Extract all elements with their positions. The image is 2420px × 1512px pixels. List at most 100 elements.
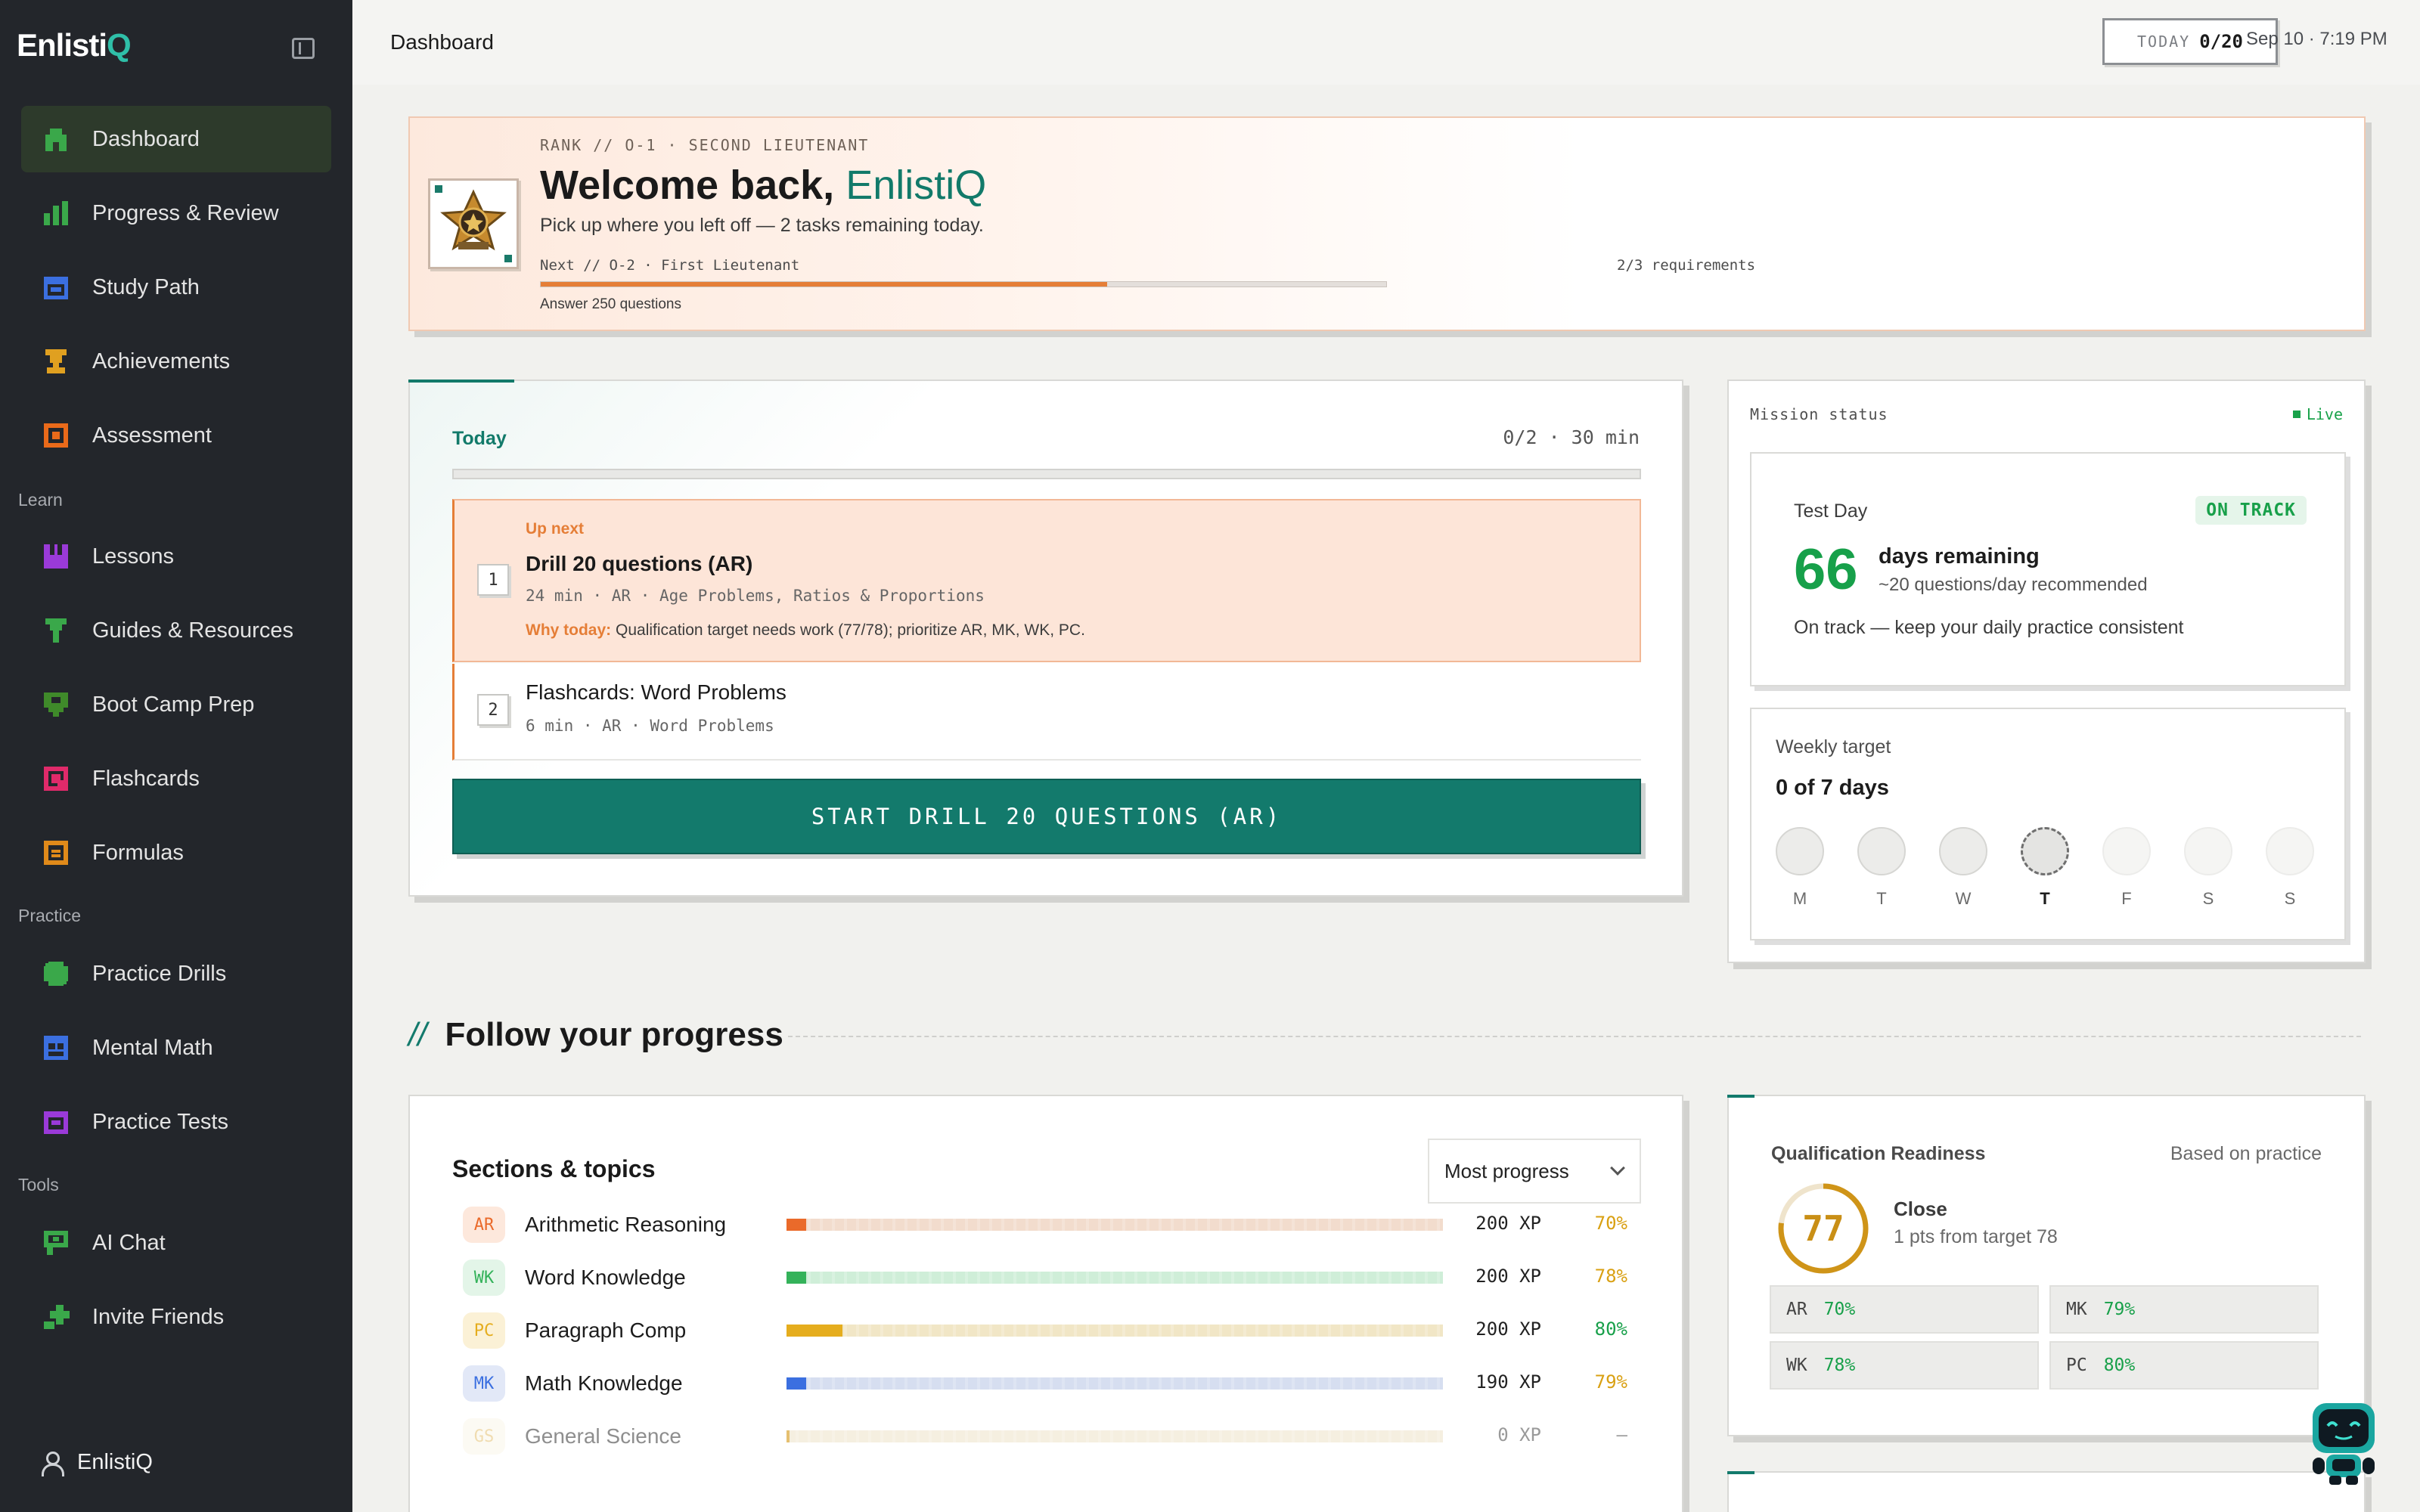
app-logo[interactable]: EnlistiQ <box>17 27 132 64</box>
weekly-target-panel: Weekly target 0 of 7 days M T W T F S S <box>1750 708 2346 940</box>
user-profile[interactable]: EnlistiQ <box>41 1450 153 1476</box>
rank-progress-fill <box>541 282 1108 287</box>
invite-icon <box>42 1303 70 1331</box>
welcome-card: RANK // O-1 · SECOND LIEUTENANT Welcome … <box>408 116 2366 331</box>
topic-row[interactable]: PC Paragraph Comp 200 XP 80% <box>463 1309 1643 1352</box>
start-drill-button[interactable]: START DRILL 20 QUESTIONS (AR) <box>452 779 1641 854</box>
score-value: 70% <box>1823 1300 1856 1319</box>
day-circle <box>1776 827 1824 875</box>
lower-card <box>1727 1471 2366 1512</box>
sidebar-item-invite-friends[interactable]: Invite Friends <box>21 1284 331 1350</box>
sidebar-item-practice-drills[interactable]: Practice Drills <box>21 940 331 1007</box>
topic-progress-fill <box>786 1430 790 1442</box>
user-icon <box>41 1451 64 1476</box>
sort-dropdown[interactable]: Most progress <box>1428 1139 1641 1204</box>
topic-percent: — <box>1616 1424 1627 1445</box>
topic-name: Math Knowledge <box>525 1371 683 1395</box>
weekly-target-value: 0 of 7 days <box>1776 776 1889 800</box>
sort-value: Most progress <box>1444 1159 1569 1182</box>
weekday-thursday: T <box>2021 827 2069 909</box>
mission-status-card: Mission status Live Test Day ON TRACK 66… <box>1727 380 2366 963</box>
calendar-icon <box>42 274 70 301</box>
task-title: Flashcards: Word Problems <box>526 680 786 704</box>
task-meta: 24 min · AR · Age Problems, Ratios & Pro… <box>526 587 985 605</box>
sidebar-item-dashboard[interactable]: Dashboard <box>21 106 331 172</box>
sidebar-item-flashcards[interactable]: Flashcards <box>21 745 331 812</box>
topic-progress-bar <box>786 1325 1443 1337</box>
sidebar-item-achievements[interactable]: Achievements <box>21 328 331 395</box>
user-name: EnlistiQ <box>77 1450 153 1474</box>
today-chip-label: TODAY <box>2136 33 2191 51</box>
weekday-monday: M <box>1776 827 1824 909</box>
topic-progress-fill <box>786 1325 842 1337</box>
score-value: 80% <box>2103 1356 2136 1375</box>
topic-xp: 200 XP <box>1475 1318 1541 1340</box>
sidebar-item-boot-camp-prep[interactable]: Boot Camp Prep <box>21 671 331 738</box>
dashboard-icon <box>42 125 70 153</box>
sidebar-item-label: AI Chat <box>92 1230 166 1255</box>
sidebar-item-ai-chat[interactable]: AI Chat <box>21 1210 331 1276</box>
live-indicator: Live <box>2292 405 2343 423</box>
welcome-title-prefix: Welcome back, <box>540 163 846 208</box>
topic-row[interactable]: GS General Science 0 XP — <box>463 1415 1643 1458</box>
topic-xp: 190 XP <box>1475 1371 1541 1393</box>
sidebar-item-mental-math[interactable]: Mental Math <box>21 1015 331 1081</box>
weekday-wednesday: W <box>1939 827 1987 909</box>
formula-icon <box>42 839 70 866</box>
topic-row[interactable]: AR Arithmetic Reasoning 200 XP 70% <box>463 1204 1643 1246</box>
day-label: T <box>1876 889 1887 908</box>
score-key: AR <box>1786 1300 1807 1319</box>
topic-percent: 78% <box>1594 1266 1627 1287</box>
sidebar-item-label: Progress & Review <box>92 200 279 225</box>
sidebar-item-label: Assessment <box>92 423 212 448</box>
sidebar-item-progress-review[interactable]: Progress & Review <box>21 180 331 246</box>
sidebar-item-lessons[interactable]: Lessons <box>21 523 331 590</box>
qualification-title: Qualification Readiness <box>1771 1143 1986 1164</box>
day-label: S <box>2284 889 2296 908</box>
sidebar-item-guides-resources[interactable]: Guides & Resources <box>21 597 331 664</box>
sidebar-item-practice-tests[interactable]: Practice Tests <box>21 1089 331 1155</box>
task-item-flashcards[interactable]: 2 Flashcards: Word Problems 6 min · AR ·… <box>452 664 1641 761</box>
on-track-message: On track — keep your daily practice cons… <box>1794 617 2184 638</box>
score-cell-wk: WK 78% <box>1770 1341 2039 1390</box>
ai-assistant-bot-icon[interactable] <box>2307 1397 2381 1488</box>
weekday-tuesday: T <box>1857 827 1906 909</box>
topic-xp: 200 XP <box>1475 1266 1541 1287</box>
sections-title: Sections & topics <box>452 1155 656 1182</box>
task-number: 2 <box>477 694 509 726</box>
topic-abbr-badge: MK <box>463 1365 505 1402</box>
today-plan-card: Today 0/2 · 30 min 1 Up next Drill 20 qu… <box>408 380 1683 897</box>
topic-xp: 0 XP <box>1497 1424 1541 1445</box>
weekday-sunday: S <box>2266 827 2314 909</box>
task-item-drill[interactable]: 1 Up next Drill 20 questions (AR) 24 min… <box>452 499 1641 662</box>
topic-row[interactable]: WK Word Knowledge 200 XP 78% <box>463 1256 1643 1299</box>
sidebar-item-label: Study Path <box>92 274 200 299</box>
topic-row[interactable]: MK Math Knowledge 190 XP 79% <box>463 1362 1643 1405</box>
qualification-readiness-card: Qualification Readiness Based on practic… <box>1727 1095 2366 1436</box>
weekly-target-label: Weekly target <box>1776 736 1891 758</box>
readiness-status: Close <box>1894 1198 1947 1220</box>
logo-q: Q <box>107 27 132 63</box>
clipboard-icon <box>42 1108 70 1136</box>
day-circle <box>2102 827 2151 875</box>
days-remaining-label: days remaining <box>1879 544 2040 569</box>
score-key: PC <box>2066 1356 2087 1375</box>
topic-name: General Science <box>525 1424 682 1448</box>
gear-drill-icon <box>42 960 70 987</box>
sidebar-collapse-icon[interactable] <box>292 38 315 59</box>
sidebar-item-study-path[interactable]: Study Path <box>21 254 331 321</box>
topic-progress-bar <box>786 1219 1443 1231</box>
topic-progress-bar <box>786 1430 1443 1442</box>
topic-progress-fill <box>786 1219 807 1231</box>
sidebar-item-label: Boot Camp Prep <box>92 692 255 717</box>
weekday-friday: F <box>2102 827 2151 909</box>
lightbulb-icon <box>42 617 70 644</box>
today-label: Today <box>452 428 507 449</box>
why-text: Qualification target needs work (77/78);… <box>611 621 1085 639</box>
section-heading: // Follow your progress <box>408 1016 783 1054</box>
chart-bars-icon <box>42 200 70 227</box>
rank-progress-bar <box>540 281 1387 287</box>
sidebar-item-assessment[interactable]: Assessment <box>21 402 331 469</box>
sidebar-item-label: Practice Drills <box>92 961 227 986</box>
sidebar-item-formulas[interactable]: Formulas <box>21 820 331 886</box>
